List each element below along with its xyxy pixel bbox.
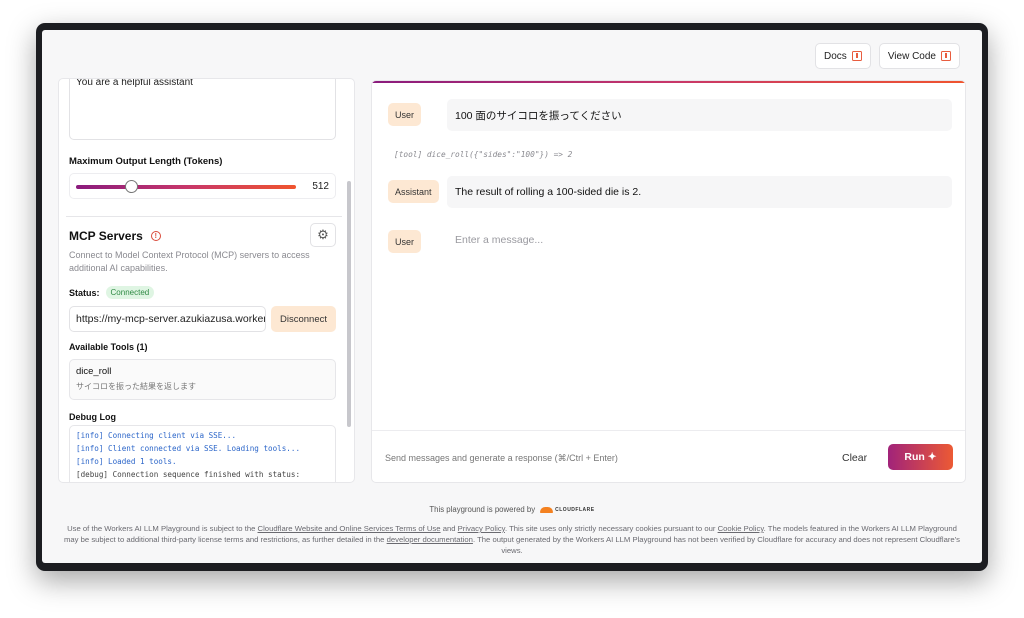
docs-icon (851, 51, 862, 61)
status-badge: Connected (105, 286, 155, 299)
tool-name: dice_roll (76, 366, 112, 377)
tool-call-line: [tool] dice_roll({"sides":"100"}) => 2 (394, 150, 573, 159)
max-tokens-value: 512 (312, 181, 329, 192)
powered-by-text: This playground is powered by (429, 505, 536, 514)
disconnect-button[interactable]: Disconnect (271, 306, 336, 332)
message-row: Assistant (388, 180, 439, 203)
status-row: Status: Connected (69, 286, 155, 299)
mcp-description: Connect to Model Context Protocol (MCP) … (69, 250, 310, 273)
role-badge[interactable]: User (388, 230, 422, 253)
docs-button[interactable]: Docs (815, 43, 871, 69)
legal-notice: Use of the Workers AI LLM Playground is … (62, 523, 962, 556)
sparkle-icon: ✦ (927, 451, 937, 463)
clear-button[interactable]: Clear (842, 452, 867, 464)
message-input[interactable]: Enter a message... (447, 224, 952, 256)
role-badge[interactable]: Assistant (388, 180, 439, 203)
legal-text: . This site uses only strictly necessary… (504, 524, 716, 533)
log-line: [debug] Connection sequence finished wit… (76, 470, 301, 479)
cloud-icon (540, 506, 554, 513)
message-text[interactable]: The result of rolling a 100-sided die is… (447, 176, 952, 208)
scrollbar-thumb[interactable] (347, 181, 351, 427)
view-code-label: View Code (887, 50, 936, 62)
developer-docs-link[interactable]: developer documentation (387, 535, 473, 544)
info-icon[interactable]: ! (150, 231, 161, 241)
run-button[interactable]: Run ✦ (888, 444, 953, 470)
max-tokens-slider[interactable]: 512 (69, 173, 336, 199)
view-code-button[interactable]: View Code (878, 43, 960, 69)
device-frame: Docs View Code You are a helpful assista… (36, 23, 988, 571)
slider-handle[interactable] (124, 180, 138, 193)
slider-track[interactable] (76, 185, 296, 189)
log-line: [info] Client connected via SSE. Loading… (76, 444, 301, 453)
mcp-settings-button[interactable]: ⚙ (310, 223, 336, 247)
gear-icon: ⚙ (317, 227, 329, 242)
log-line: [info] Loaded 1 tools. (76, 457, 177, 466)
system-prompt-textarea[interactable]: You are a helpful assistant (69, 79, 336, 140)
input-row: User (388, 230, 422, 253)
chat-panel: User 100 面のサイコロを振ってください [tool] dice_roll… (371, 80, 966, 483)
mcp-title: MCP Servers (69, 229, 143, 243)
shortcut-hint: Send messages and generate a response (⌘… (385, 453, 618, 463)
debug-log[interactable]: [info] Connecting client via SSE... [inf… (69, 425, 336, 482)
top-toolbar: Docs View Code (815, 43, 960, 69)
cloudflare-logo[interactable]: CLOUDFLARE (540, 506, 595, 513)
role-badge[interactable]: User (388, 103, 422, 126)
accent-bar (372, 81, 965, 83)
max-tokens-label: Maximum Output Length (Tokens) (69, 156, 223, 167)
privacy-link[interactable]: Privacy Policy (458, 524, 505, 533)
cloudflare-wordmark: CLOUDFLARE (555, 506, 595, 513)
settings-scroll-area: You are a helpful assistant Maximum Outp… (59, 79, 345, 482)
app-screen: Docs View Code You are a helpful assista… (42, 30, 982, 563)
section-divider (66, 216, 342, 217)
cookie-link[interactable]: Cookie Policy (718, 524, 764, 533)
legal-text: and (442, 524, 456, 533)
tool-card: dice_roll サイコロを振った結果を返します (69, 359, 336, 400)
powered-by: This playground is powered by CLOUDFLARE (42, 505, 982, 514)
tool-description: サイコロを振った結果を返します (76, 382, 196, 391)
docs-label: Docs (824, 50, 847, 62)
message-row: User (388, 103, 422, 126)
log-line: [info] Connecting client via SSE... (76, 431, 237, 440)
legal-text: Use of the Workers AI LLM Playground is … (67, 524, 256, 533)
server-url-input[interactable]: https://my-mcp-server.azukiazusa.workers… (69, 306, 266, 332)
debug-log-label: Debug Log (69, 412, 116, 422)
status-label: Status: (69, 287, 100, 298)
mcp-section-header: MCP Servers ! (69, 229, 161, 243)
run-label: Run (904, 451, 925, 463)
available-tools-label: Available Tools (1) (69, 342, 148, 352)
code-icon (941, 51, 951, 61)
legal-text: . The output generated by the Workers AI… (472, 535, 961, 555)
settings-panel: You are a helpful assistant Maximum Outp… (58, 78, 355, 483)
terms-link[interactable]: Cloudflare Website and Online Services T… (258, 524, 441, 533)
footer-divider (372, 430, 965, 431)
message-text[interactable]: 100 面のサイコロを振ってください (447, 99, 952, 131)
